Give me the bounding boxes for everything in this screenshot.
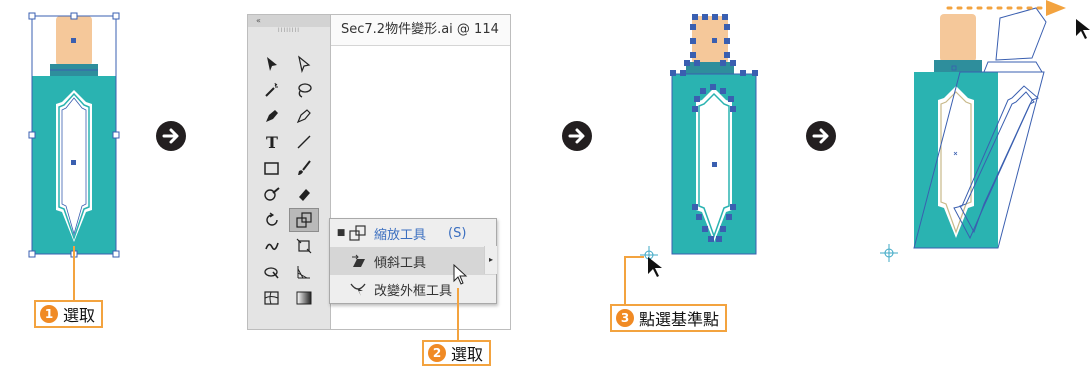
perspective-grid-tool-icon[interactable] (289, 260, 319, 284)
eraser-tool-icon[interactable] (289, 182, 319, 206)
rectangle-tool-icon[interactable] (257, 156, 287, 180)
lasso-icon[interactable] (289, 78, 319, 102)
bottle-selected[interactable] (28, 10, 120, 260)
type-tool-icon[interactable]: T (257, 130, 287, 154)
flyout-item-shortcut: (S) (448, 225, 467, 241)
step3-number: 3 (616, 309, 634, 327)
free-transform-tool-icon[interactable] (289, 234, 319, 258)
step1-callout: 1 選取 (34, 300, 104, 328)
step1-label: 選取 (63, 306, 96, 325)
panel-grip[interactable]: IIIIIIII (248, 27, 330, 37)
line-tool-icon[interactable] (289, 130, 319, 154)
next-arrow-icon (156, 121, 186, 151)
arrow-cursor-icon (648, 257, 662, 277)
rotate-tool-icon[interactable] (257, 208, 287, 232)
selection-tool-icon[interactable] (257, 52, 287, 76)
next-arrow-icon (806, 121, 836, 151)
flyout-item-scale[interactable]: ■ 縮放工具 (S) (330, 219, 496, 247)
paintbrush-tool-icon[interactable] (289, 156, 319, 180)
step3-label: 點選基準點 (639, 310, 720, 329)
next-arrow-icon (562, 121, 592, 151)
selected-bullet-icon: ■ (336, 228, 346, 238)
pointer-cursor-icon (453, 264, 468, 285)
step1-number: 1 (40, 305, 58, 323)
shape-builder-tool-icon[interactable] (257, 260, 287, 284)
curvature-tool-icon[interactable] (289, 104, 319, 128)
flyout-item-label: 傾斜工具 (374, 255, 427, 271)
bottle-shear-preview[interactable] (884, 0, 1074, 270)
step2-number: 2 (428, 344, 446, 362)
gradient-tool-icon[interactable] (289, 286, 319, 310)
direct-selection-tool-icon[interactable] (289, 52, 319, 76)
mesh-tool-icon[interactable] (257, 286, 287, 310)
scale-tools-flyout: ■ 縮放工具 (S) 傾斜工具 改變外框工具 (329, 218, 497, 304)
magic-wand-icon[interactable] (257, 78, 287, 102)
scale-tool-icon[interactable] (289, 208, 319, 232)
step2-callout: 2 選取 (422, 340, 492, 366)
flyout-item-reshape[interactable]: 改變外框工具 (330, 275, 496, 303)
drag-direction-arrow-icon (946, 0, 1066, 16)
svg-text:T: T (266, 133, 278, 151)
shaper-tool-icon[interactable] (257, 182, 287, 206)
scale-icon (348, 224, 368, 242)
bottle-anchor-points[interactable] (640, 8, 770, 270)
flyout-item-label: 改變外框工具 (374, 283, 453, 299)
flyout-item-shear[interactable]: 傾斜工具 (330, 247, 496, 275)
document-tab[interactable]: Sec7.2物件變形.ai @ 114 (331, 15, 510, 46)
flyout-item-label: 縮放工具 (374, 227, 427, 243)
reference-point-icon (880, 244, 898, 262)
warp-tool-icon[interactable] (257, 234, 287, 258)
panel-collapse-icon[interactable]: « (248, 15, 330, 27)
reshape-icon (348, 280, 368, 298)
step3-callout: 3 點選基準點 (610, 304, 728, 332)
shear-icon (348, 252, 368, 270)
arrow-cursor-icon (1076, 19, 1090, 39)
pen-tool-icon[interactable] (257, 104, 287, 128)
flyout-expand-icon[interactable]: ▸ (484, 246, 497, 274)
step2-label: 選取 (451, 345, 484, 364)
